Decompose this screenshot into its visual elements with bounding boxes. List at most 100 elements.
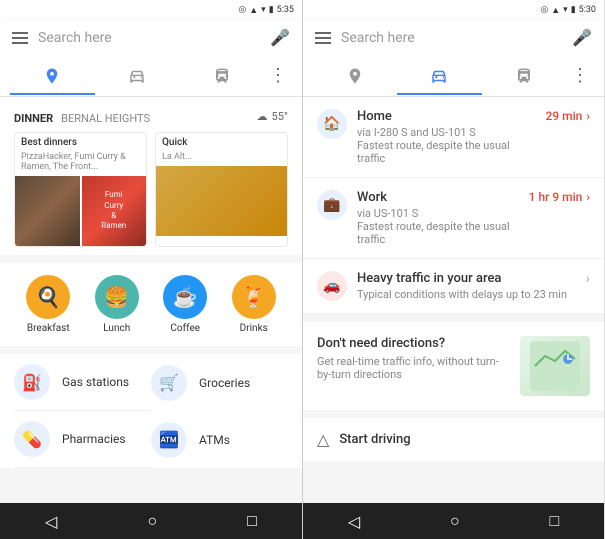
battery-icon: ▮ [269,5,274,15]
cloud-icon: ☁ [257,110,268,123]
home-direction-desc: Fastest route, despite the usual traffic [357,139,536,165]
location-status-icon-right: ◎ [540,5,548,15]
right-phone: ◎ ▲ ▾ ▮ 5:30 Search here 🎤 ⋮ [302,0,604,539]
coffee-label: Coffee [170,323,200,334]
recents-button-right[interactable]: □ [549,511,559,531]
drinks-label: Drinks [240,323,268,334]
home-direction-title: Home [357,109,536,124]
home-button-left[interactable]: ○ [147,511,157,531]
direction-item-home[interactable]: 🏠 Home via I-280 S and US-101 S Fastest … [303,97,604,178]
content-area-right: 🏠 Home via I-280 S and US-101 S Fastest … [303,97,604,503]
search-bar-right: Search here 🎤 [303,20,604,55]
search-input-left[interactable]: Search here [38,30,260,46]
start-driving-label: Start driving [339,432,410,447]
category-drinks[interactable]: 🍹 Drinks [232,275,276,334]
hamburger-menu-left[interactable] [12,32,28,44]
direction-item-work[interactable]: 💼 Work via US-101 S Fastest route, despi… [303,178,604,259]
more-options-right[interactable]: ⋮ [566,55,594,96]
dinner-section: DINNER BERNAL HEIGHTS ☁ 55° Best dinners… [0,97,302,255]
list-item-atms[interactable]: 🏧 ATMs [151,411,288,468]
best-dinners-card[interactable]: Best dinners PizzaHacker, Fumi Curry & R… [14,132,147,247]
signal-icon: ▲ [249,5,258,16]
nearby-list: ⛽ Gas stations 🛒 Groceries 💊 Pharmacies … [0,354,302,468]
tab-location-left[interactable] [10,57,95,95]
quick-card-sub: La Alt... [156,152,287,166]
torii-gate-decoration: FumiCurry&Ramen [101,190,126,232]
time-right: 5:30 [579,5,596,15]
gas-station-icon: ⛽ [14,364,50,400]
groceries-icon: 🛒 [151,365,187,401]
no-directions-section: Don't need directions? Get real-time tra… [303,322,604,410]
coffee-icon: ☕ [173,285,198,309]
dinner-title: DINNER [14,112,53,125]
no-directions-desc: Get real-time traffic info, without turn… [317,355,510,381]
more-options-left[interactable]: ⋮ [264,55,292,96]
directions-list: 🏠 Home via I-280 S and US-101 S Fastest … [303,97,604,314]
list-item-pharmacies[interactable]: 💊 Pharmacies [14,411,151,468]
traffic-chevron-icon: › [586,271,590,287]
location-status-icon: ◎ [238,5,246,15]
quick-card[interactable]: Quick La Alt... [155,132,288,247]
tab-drive-right[interactable] [397,57,481,95]
bottom-nav-left: ◁ ○ □ [0,503,302,539]
tab-drive-left[interactable] [95,57,180,95]
list-item-groceries[interactable]: 🛒 Groceries [151,354,288,411]
dinner-header-left: DINNER BERNAL HEIGHTS [14,107,150,126]
back-button-left[interactable]: ◁ [45,512,57,531]
category-lunch[interactable]: 🍔 Lunch [95,275,139,334]
home-direction-content: Home via I-280 S and US-101 S Fastest ro… [357,109,536,165]
tab-transit-right[interactable] [482,57,566,95]
traffic-alert-icon: 🚗 [317,271,347,301]
home-button-right[interactable]: ○ [450,511,460,531]
hamburger-menu-right[interactable] [315,32,331,44]
bottom-nav-right: ◁ ○ □ [303,503,604,539]
home-direction-time: 29 min › [546,109,590,123]
dinner-subtitle: BERNAL HEIGHTS [61,112,150,125]
category-coffee[interactable]: ☕ Coffee [163,275,207,334]
mic-icon-right[interactable]: 🎤 [572,28,592,47]
status-bar-left: ◎ ▲ ▾ ▮ 5:35 [0,0,302,20]
work-direction-icon: 💼 [317,190,347,220]
status-icons-left: ◎ ▲ ▾ ▮ 5:35 [238,5,294,16]
traffic-alert-item[interactable]: 🚗 Heavy traffic in your area Typical con… [303,259,604,314]
battery-icon-right: ▮ [571,5,576,15]
breakfast-icon: 🍳 [36,285,61,309]
quick-card-label: Quick [156,133,287,152]
drinks-icon: 🍹 [241,285,266,309]
restaurant-img-1 [15,176,80,246]
traffic-content: Heavy traffic in your area Typical condi… [357,271,576,301]
drinks-icon-circle: 🍹 [232,275,276,319]
list-item-gas[interactable]: ⛽ Gas stations [14,354,151,411]
search-input-right[interactable]: Search here [341,30,562,46]
card-best-sub: PizzaHacker, Fumi Curry & Ramen, The Fro… [15,152,146,176]
traffic-title: Heavy traffic in your area [357,271,576,286]
work-direction-desc: Fastest route, despite the usual traffic [357,220,519,246]
groceries-label: Groceries [199,376,250,390]
wifi-icon: ▾ [261,5,266,15]
status-bar-right: ◎ ▲ ▾ ▮ 5:30 [303,0,604,20]
no-directions-title: Don't need directions? [317,336,510,351]
nav-tabs-left: ⋮ [0,55,302,97]
search-bar-left: Search here 🎤 [0,20,302,55]
tab-transit-left[interactable] [179,57,264,95]
chevron-right-icon: › [586,109,590,123]
restaurant-img-2: FumiCurry&Ramen [82,176,147,246]
tab-location-right[interactable] [313,57,397,95]
category-breakfast[interactable]: 🍳 Breakfast [26,275,70,334]
work-direction-via: via US-101 S [357,207,519,220]
home-direction-via: via I-280 S and US-101 S [357,126,536,139]
lunch-label: Lunch [103,323,130,334]
work-direction-content: Work via US-101 S Fastest route, despite… [357,190,519,246]
work-direction-time: 1 hr 9 min › [529,190,590,204]
recents-button-left[interactable]: □ [247,511,257,531]
start-driving-section[interactable]: △ Start driving [303,418,604,461]
mic-icon-left[interactable]: 🎤 [270,28,290,47]
back-button-right[interactable]: ◁ [348,512,360,531]
no-directions-content: Don't need directions? Get real-time tra… [317,336,510,396]
work-direction-title: Work [357,190,519,205]
category-icons: 🍳 Breakfast 🍔 Lunch ☕ Coffee 🍹 [0,263,302,346]
map-preview-thumbnail [520,336,590,396]
gas-stations-label: Gas stations [62,375,129,389]
left-phone: ◎ ▲ ▾ ▮ 5:35 Search here 🎤 ⋮ [0,0,302,539]
atms-icon: 🏧 [151,422,187,458]
